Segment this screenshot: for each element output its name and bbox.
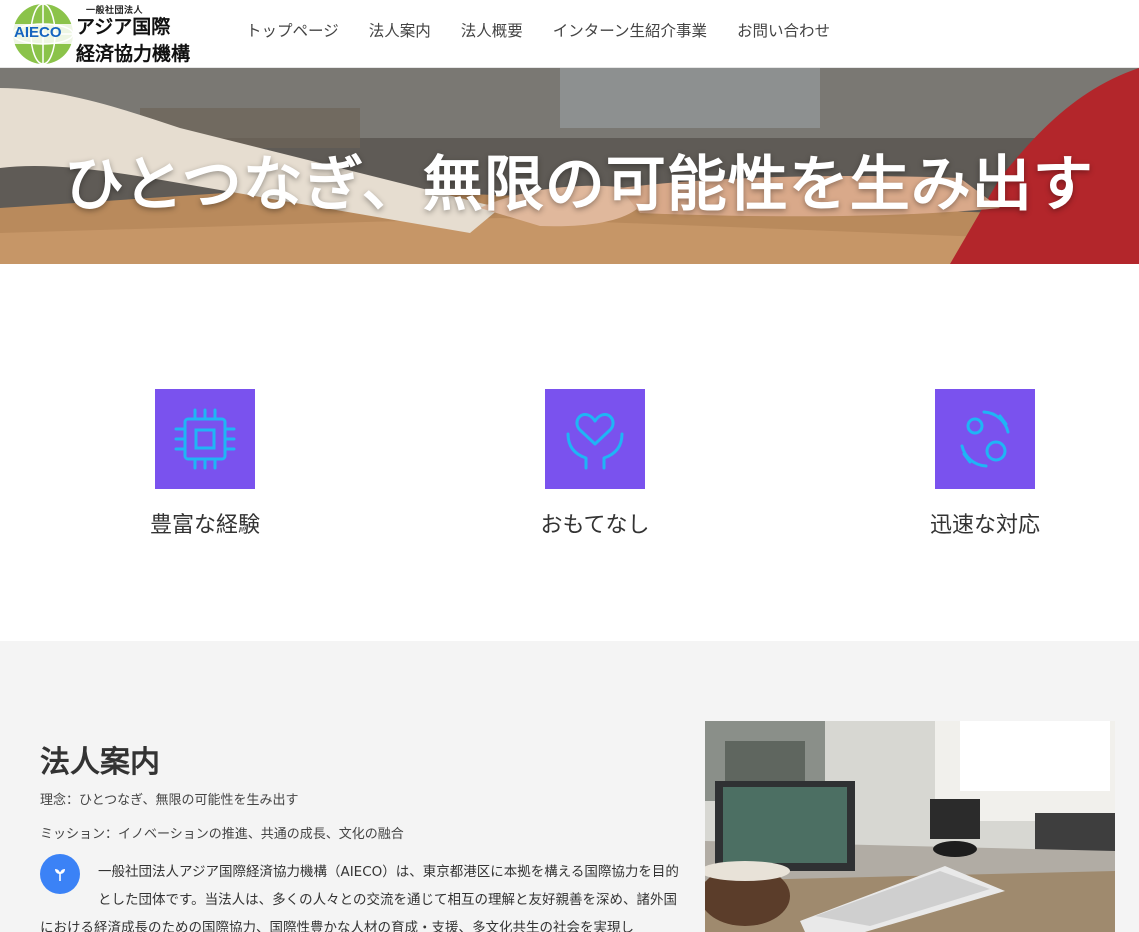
logo-badge-text: AIECO — [14, 24, 62, 41]
logo-title-line1: アジア国際 — [76, 16, 171, 38]
site-header: AIECO 一般社団法人 アジア国際 経済協力機構 トップページ 法人案内 法人… — [0, 0, 1139, 68]
feature-experience: 豊富な経験 — [105, 389, 305, 539]
chip-icon — [174, 408, 236, 470]
hero-title: ひとつなぎ、無限の可能性を生み出す — [64, 150, 1094, 220]
hero-banner: ひとつなぎ、無限の可能性を生み出す — [0, 68, 1139, 264]
main-nav: トップページ 法人案内 法人概要 インターン生紹介事業 お問い合わせ — [246, 20, 860, 42]
sprout-icon — [55, 869, 65, 881]
nav-item-guide[interactable]: 法人案内 — [369, 20, 431, 42]
desk-photo-image — [705, 721, 1115, 932]
about-body: 一般社団法人アジア国際経済協力機構（AIECO）は、東京都港区に本拠を構える国際… — [40, 854, 680, 932]
nav-item-overview[interactable]: 法人概要 — [461, 20, 523, 42]
about-mission: ミッション：イノベーションの推進、共通の成長、文化の融合 — [40, 827, 404, 842]
about-philosophy: 理念：ひとつなぎ、無限の可能性を生み出す — [40, 793, 299, 808]
feature-label: 迅速な対応 — [929, 513, 1040, 538]
logo-title-line2: 経済協力機構 — [76, 43, 191, 65]
feature-hospitality: おもてなし — [495, 389, 695, 539]
feature-icon-box — [545, 389, 645, 489]
nav-item-contact[interactable]: お問い合わせ — [737, 20, 830, 42]
exchange-icon — [960, 410, 1010, 468]
about-title: 法人案内 — [40, 745, 160, 780]
feature-icon-box — [155, 389, 255, 489]
feature-response: 迅速な対応 — [885, 389, 1085, 539]
heart-hands-icon — [566, 413, 624, 470]
feature-icon-box — [935, 389, 1035, 489]
office-desk-photo — [705, 721, 1115, 932]
nav-item-top[interactable]: トップページ — [246, 20, 339, 42]
feature-label: 豊富な経験 — [149, 513, 260, 538]
nav-item-intern[interactable]: インターン生紹介事業 — [553, 20, 707, 42]
feature-label: おもてなし — [540, 513, 650, 538]
sprout-badge — [40, 854, 80, 894]
about-body-text: 一般社団法人アジア国際経済協力機構（AIECO）は、東京都港区に本拠を構える国際… — [40, 864, 679, 932]
features-section: 豊富な経験 おもてなし 迅速な対応 — [0, 264, 1139, 641]
about-section: 法人案内 理念：ひとつなぎ、無限の可能性を生み出す ミッション：イノベーションの… — [0, 641, 1139, 932]
site-logo[interactable]: AIECO 一般社団法人 アジア国際 経済協力機構 — [10, 3, 215, 65]
